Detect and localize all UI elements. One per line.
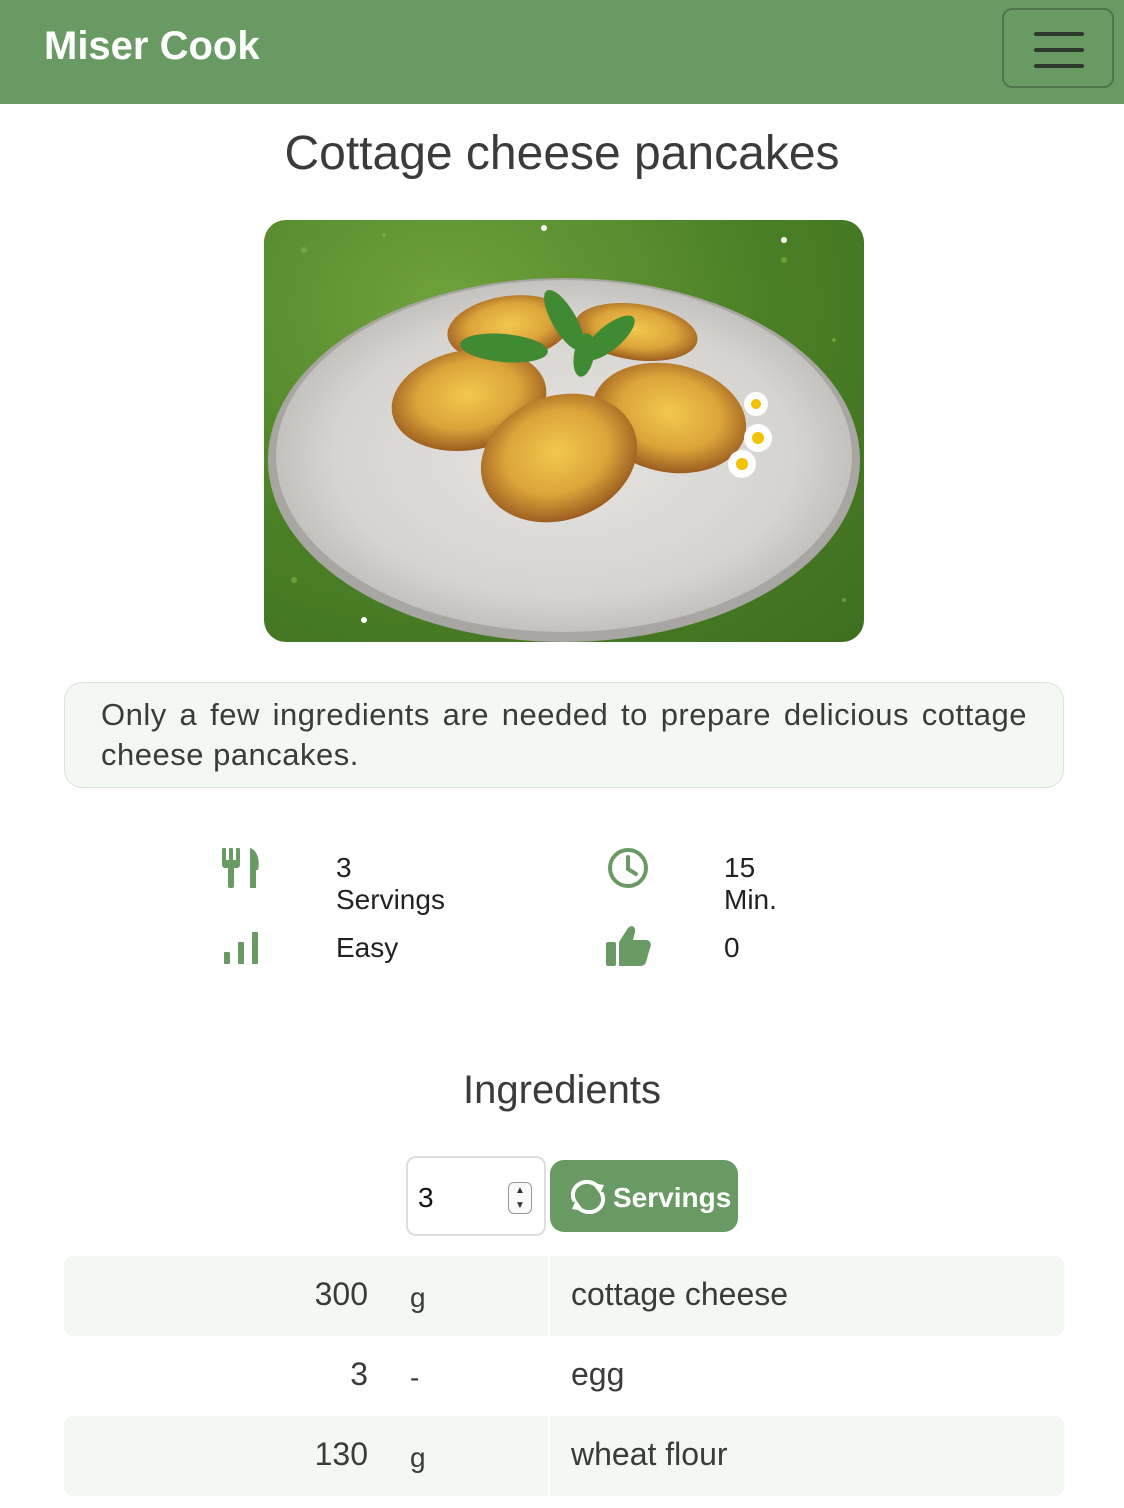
ingredient-row: 130 g wheat flour <box>64 1416 1064 1496</box>
ingredient-name: wheat flour <box>571 1436 728 1472</box>
time-value: 15 Min. <box>724 852 777 915</box>
ingredients-heading: Ingredients <box>463 1068 661 1112</box>
servings-input-value[interactable]: 3 <box>418 1182 434 1214</box>
ingredient-amount: 130 <box>314 1436 368 1472</box>
servings-number-input[interactable]: 3 ▲ ▼ <box>406 1156 546 1236</box>
ingredient-unit: g <box>410 1442 426 1473</box>
hamburger-icon <box>1034 32 1084 36</box>
clock-icon <box>608 848 648 888</box>
ingredient-unit: g <box>410 1282 426 1313</box>
recipe-description: Only a few ingredients are needed to pre… <box>101 697 1027 772</box>
servings-button-label: Servings <box>613 1182 732 1213</box>
update-servings-button[interactable]: Servings <box>550 1160 738 1232</box>
ingredient-name: egg <box>571 1356 625 1392</box>
recipe-title: Cottage cheese pancakes <box>284 127 840 180</box>
spinner-down-icon[interactable]: ▼ <box>509 1198 531 1213</box>
thumbs-up-icon[interactable] <box>604 924 652 968</box>
ingredient-row: 3 - egg <box>64 1336 1064 1416</box>
recipe-photo <box>264 220 864 642</box>
menu-toggle-button[interactable] <box>1002 8 1114 88</box>
spinner-up-icon[interactable]: ▲ <box>509 1183 531 1198</box>
navbar: Miser Cook <box>0 0 1124 104</box>
brand-logo[interactable]: Miser Cook <box>44 24 260 69</box>
ingredient-amount: 300 <box>314 1276 368 1312</box>
recipe-description-box: Only a few ingredients are needed to pre… <box>64 682 1064 788</box>
servings-value: 3 Servings <box>336 852 445 915</box>
ingredient-unit: - <box>410 1362 420 1393</box>
bar-chart-icon <box>224 932 258 964</box>
refresh-icon <box>570 1180 606 1214</box>
recipe-photo-illustration <box>268 225 860 642</box>
ingredient-row: 300 g cottage cheese <box>64 1256 1064 1336</box>
likes-value: 0 <box>724 932 740 963</box>
servings-spinner[interactable]: ▲ ▼ <box>508 1182 532 1214</box>
fork-knife-icon <box>222 848 259 888</box>
difficulty-value: Easy <box>336 932 399 963</box>
ingredient-name: cottage cheese <box>571 1276 789 1312</box>
ingredient-amount: 3 <box>350 1356 368 1392</box>
